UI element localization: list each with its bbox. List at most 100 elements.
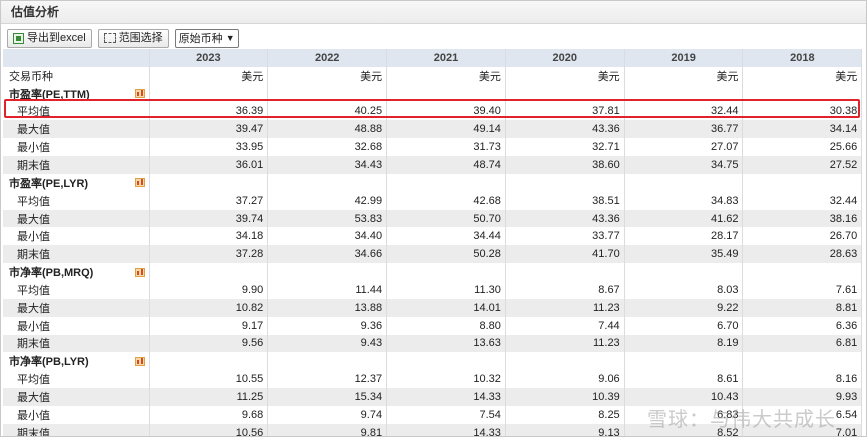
value-cell: 53.83: [267, 209, 388, 228]
value-cell: 13.63: [386, 334, 506, 353]
valuation-table: 2023 2022 2021 2020 2019 2018 交易币种 美元 美元 美元…: [3, 49, 863, 436]
section-empty-cell: [267, 263, 388, 281]
range-select-button[interactable]: 范围选择: [97, 28, 169, 48]
value-cell: 35.49: [624, 245, 744, 264]
value-cell: 25.66: [742, 138, 863, 157]
value-cell: 11.30: [386, 280, 506, 299]
value-cell: 10.43: [624, 388, 744, 406]
section-empty-cell: [505, 173, 625, 192]
value-cell: 14.33: [386, 423, 506, 436]
value-cell: 34.66: [267, 245, 388, 264]
currency-cell: 美元: [624, 66, 744, 85]
row-label: 最小值: [3, 316, 150, 335]
chevron-down-icon: ▼: [225, 32, 235, 43]
value-cell: 37.28: [149, 245, 269, 264]
value-cell: 8.80: [386, 316, 506, 335]
value-cell: 34.14: [742, 120, 863, 139]
table-row: 最大值 39.74 53.83 50.70 43.36 41.62 38.16: [3, 209, 863, 228]
panel-title: 估值分析: [1, 1, 866, 24]
value-cell: 14.33: [386, 388, 506, 406]
value-cell: 32.68: [267, 138, 388, 157]
value-cell: 32.44: [624, 102, 744, 121]
value-cell: 34.43: [267, 156, 388, 174]
section-empty-cell: [386, 352, 506, 371]
section-title-wrap: 市净率(PB,LYR): [9, 353, 145, 369]
value-cell: 11.25: [149, 388, 269, 406]
table-row: 期末值 37.28 34.66 50.28 41.70 35.49 28.63: [3, 245, 863, 264]
value-cell: 7.61: [742, 280, 863, 299]
value-cell: 10.56: [149, 423, 269, 436]
currency-row: 交易币种 美元 美元 美元 美元 美元 美元: [3, 66, 863, 85]
section-title-cell: 市盈率(PE,TTM): [3, 84, 150, 103]
row-label: 平均值: [3, 370, 150, 389]
value-cell: 39.40: [386, 102, 506, 121]
bar-chart-icon[interactable]: [134, 89, 145, 99]
value-cell: 9.90: [149, 280, 269, 299]
value-cell: 50.70: [386, 209, 506, 228]
value-cell: 9.43: [267, 334, 388, 353]
section-header-row: 市盈率(PE,LYR): [3, 173, 863, 192]
value-cell: 9.22: [624, 298, 744, 317]
value-cell: 10.55: [149, 370, 269, 389]
value-cell: 41.70: [505, 245, 625, 264]
export-excel-button[interactable]: 导出到excel: [7, 28, 92, 48]
section-title-wrap: 市净率(PB,MRQ): [9, 264, 145, 280]
year-header-row: 2023 2022 2021 2020 2019 2018: [3, 49, 863, 67]
value-cell: 26.70: [742, 227, 863, 246]
value-cell: 33.77: [505, 227, 625, 246]
currency-cell: 美元: [267, 66, 388, 85]
toolbar: 导出到excel 范围选择 原始币种 ▼: [1, 27, 866, 49]
value-cell: 8.67: [505, 280, 625, 299]
value-cell: 27.07: [624, 138, 744, 157]
row-label: 最小值: [3, 138, 150, 157]
currency-select-value: 原始币种: [178, 33, 223, 45]
section-empty-cell: [505, 352, 625, 371]
section-empty-cell: [149, 352, 269, 371]
row-label: 最小值: [3, 405, 150, 424]
value-cell: 6.36: [742, 316, 863, 335]
value-cell: 34.75: [624, 156, 744, 174]
value-cell: 12.37: [267, 370, 388, 389]
table-row: 最大值 11.25 15.34 14.33 10.39 10.43 9.93: [3, 388, 863, 406]
value-cell: 10.39: [505, 388, 625, 406]
year-header: 2023: [149, 49, 269, 67]
bar-chart-icon[interactable]: [134, 267, 145, 277]
year-header: 2018: [742, 49, 863, 67]
currency-cell: 美元: [386, 66, 506, 85]
value-cell: 34.83: [624, 191, 744, 210]
section-empty-cell: [386, 173, 506, 192]
excel-icon: [13, 32, 24, 44]
section-empty-cell: [742, 263, 863, 281]
value-cell: 34.18: [149, 227, 269, 246]
value-cell: 15.34: [267, 388, 388, 406]
year-header: 2020: [505, 49, 625, 67]
section-empty-cell: [624, 173, 744, 192]
value-cell: 8.81: [742, 298, 863, 317]
section-empty-cell: [742, 352, 863, 371]
value-cell: 33.95: [149, 138, 269, 157]
value-cell: 10.82: [149, 298, 269, 317]
table-row: 平均值 10.55 12.37 10.32 9.06 8.61 8.16: [3, 370, 863, 389]
header-corner: [3, 49, 150, 67]
row-label: 最大值: [3, 298, 150, 317]
value-cell: 9.06: [505, 370, 625, 389]
table-row: 期末值 9.56 9.43 13.63 11.23 8.19 6.81: [3, 334, 863, 353]
section-empty-cell: [505, 84, 625, 103]
section-empty-cell: [149, 263, 269, 281]
value-cell: 7.54: [386, 405, 506, 424]
value-cell: 14.01: [386, 298, 506, 317]
currency-select[interactable]: 原始币种 ▼: [174, 28, 239, 48]
value-cell: 36.77: [624, 120, 744, 139]
value-cell: 28.63: [742, 245, 863, 264]
row-label: 最大值: [3, 209, 150, 228]
row-label: 最大值: [3, 120, 150, 139]
section-empty-cell: [267, 352, 388, 371]
currency-cell: 美元: [149, 66, 269, 85]
bar-chart-icon[interactable]: [134, 356, 145, 366]
value-cell: 6.83: [624, 405, 744, 424]
bar-chart-icon[interactable]: [134, 178, 145, 188]
value-cell: 48.74: [386, 156, 506, 174]
currency-cell: 美元: [742, 66, 863, 85]
row-label: 平均值: [3, 280, 150, 299]
section-title-wrap: 市盈率(PE,TTM): [9, 86, 145, 102]
